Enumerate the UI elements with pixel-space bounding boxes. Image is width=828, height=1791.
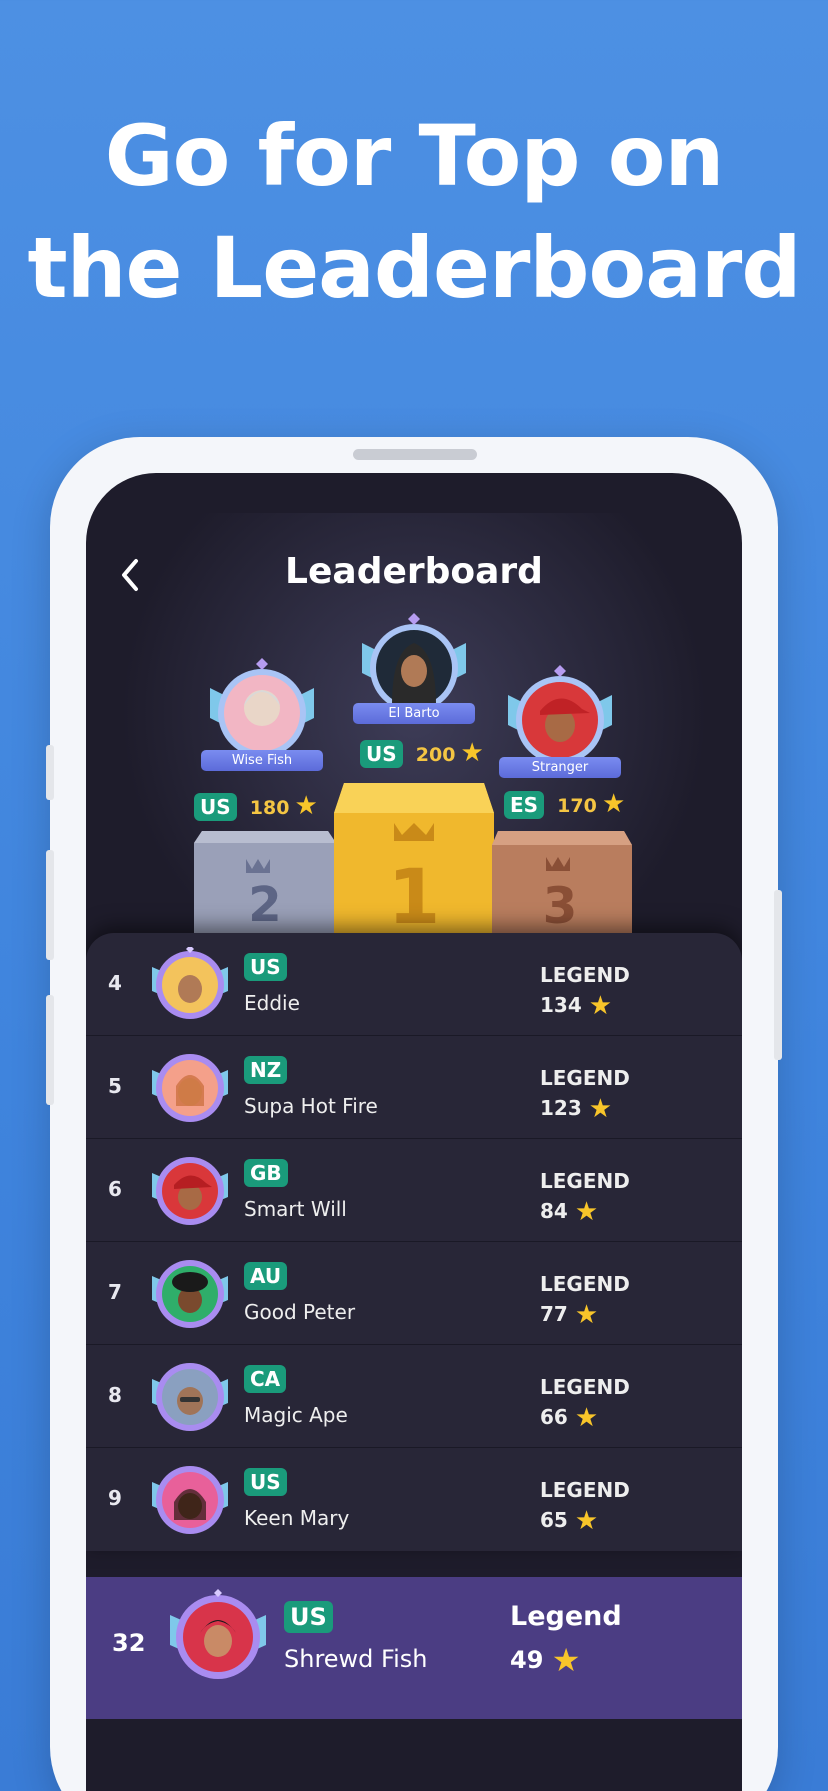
podium-avatar-1[interactable]: El Barto (352, 613, 476, 724)
list-item[interactable]: 4 US Eddie LEGEND 134 ★ (86, 933, 742, 1036)
country-badge: GB (244, 1159, 288, 1187)
country-badge: US (284, 1601, 333, 1633)
star-icon: ★ (574, 1300, 599, 1330)
star-icon: ★ (574, 1197, 599, 1227)
player-points: 123 ★ (540, 1094, 612, 1124)
country-badge: US (244, 1468, 287, 1496)
rank-number: 8 (108, 1383, 122, 1407)
points-value: 65 (540, 1508, 568, 1532)
list-item[interactable]: 7 AU Good Peter LEGEND 77 ★ (86, 1242, 742, 1345)
list-item[interactable]: 9 US Keen Mary LEGEND 65 ★ (86, 1448, 742, 1551)
country-badge: US (360, 740, 403, 768)
podium-avatar-3[interactable]: Stranger (498, 665, 622, 778)
list-item[interactable]: 8 CA Magic Ape LEGEND 66 ★ (86, 1345, 742, 1448)
player-avatar (148, 1256, 232, 1336)
podium-avatar-2[interactable]: Wise Fish (200, 658, 324, 771)
player-name: Good Peter (244, 1300, 356, 1324)
star-icon: ★ (460, 738, 484, 768)
podium-number: 1 (388, 852, 441, 941)
player-name: Magic Ape (244, 1403, 348, 1427)
podium-score: 170 (557, 795, 597, 817)
star-icon: ★ (551, 1641, 581, 1679)
player-tier: Legend (510, 1601, 622, 1632)
podium-block-2: 2 (194, 821, 336, 941)
screen-title: Leaderboard (285, 551, 543, 592)
podium-name: El Barto (353, 703, 475, 724)
list-item[interactable]: 6 GB Smart Will LEGEND 84 ★ (86, 1139, 742, 1242)
country-badge: NZ (244, 1056, 288, 1084)
phone-side-button (46, 745, 54, 800)
phone-side-button (46, 995, 54, 1105)
player-points: 66 ★ (540, 1403, 598, 1433)
podium-block-3: 3 (492, 831, 632, 941)
points-value: 134 (540, 993, 582, 1017)
star-icon: ★ (574, 1403, 599, 1433)
ranking-list: 4 US Eddie LEGEND 134 ★ 5 NZ Supa Hot Fi… (86, 933, 742, 1551)
player-name: Supa Hot Fire (244, 1094, 378, 1118)
podium-stats-1: US 200 ★ (360, 738, 510, 768)
rank-number: 6 (108, 1177, 122, 1201)
list-item[interactable]: 5 NZ Supa Hot Fire LEGEND 123 ★ (86, 1036, 742, 1139)
headline: Go for Top on the Leaderboard (0, 100, 828, 324)
points-value: 123 (540, 1096, 582, 1120)
player-avatar (166, 1589, 270, 1689)
player-points: 65 ★ (540, 1506, 598, 1536)
points-value: 49 (510, 1646, 544, 1674)
player-points: 134 ★ (540, 991, 612, 1021)
player-tier: LEGEND (540, 1272, 630, 1296)
star-icon: ★ (294, 791, 318, 821)
player-tier: LEGEND (540, 1066, 630, 1090)
country-badge: ES (504, 791, 545, 819)
player-name: Keen Mary (244, 1506, 350, 1530)
player-name: Shrewd Fish (284, 1645, 428, 1673)
player-points: 84 ★ (540, 1197, 598, 1227)
player-avatar (148, 1462, 232, 1542)
player-tier: LEGEND (540, 963, 630, 987)
player-avatar (148, 1153, 232, 1233)
rank-number: 32 (112, 1629, 146, 1657)
player-avatar (148, 1359, 232, 1439)
star-icon: ★ (588, 991, 613, 1021)
phone-side-button (774, 890, 782, 1060)
player-name: Eddie (244, 991, 300, 1015)
podium-score: 180 (249, 797, 290, 819)
star-icon: ★ (574, 1506, 599, 1536)
country-badge: US (194, 793, 237, 821)
points-value: 84 (540, 1199, 568, 1223)
podium-name: Wise Fish (201, 750, 323, 771)
podium-number: 3 (543, 877, 578, 935)
podium-score: 200 (415, 744, 456, 766)
player-name: Smart Will (244, 1197, 347, 1221)
country-badge: AU (244, 1262, 288, 1290)
podium-block-1: 1 (334, 783, 494, 943)
app-screen: Leaderboard Wise Fish US 180 ★ El Barto … (86, 473, 742, 1791)
podium-stats-2: US 180 ★ (194, 791, 344, 821)
rank-number: 4 (108, 971, 122, 995)
player-points: 49 ★ (510, 1641, 580, 1679)
country-badge: CA (244, 1365, 287, 1393)
country-badge: US (244, 953, 287, 981)
player-tier: LEGEND (540, 1169, 630, 1193)
player-tier: LEGEND (540, 1478, 630, 1502)
rank-number: 9 (108, 1486, 122, 1510)
points-value: 77 (540, 1302, 568, 1326)
player-tier: LEGEND (540, 1375, 630, 1399)
phone-side-button (46, 850, 54, 960)
player-avatar (148, 945, 232, 1027)
podium-stats-3: ES 170 ★ (504, 789, 654, 819)
rank-number: 5 (108, 1074, 122, 1098)
points-value: 66 (540, 1405, 568, 1429)
phone-speaker (353, 449, 477, 460)
headline-line-1: Go for Top on (104, 107, 725, 205)
headline-line-2: the Leaderboard (27, 219, 802, 317)
current-user-row[interactable]: 32 US Shrewd Fish Legend 49 ★ (86, 1577, 742, 1719)
player-points: 77 ★ (540, 1300, 598, 1330)
star-icon: ★ (601, 789, 626, 819)
podium-number: 2 (248, 877, 281, 933)
podium-name: Stranger (499, 757, 621, 778)
player-avatar (148, 1050, 232, 1130)
star-icon: ★ (588, 1094, 613, 1124)
rank-number: 7 (108, 1280, 122, 1304)
